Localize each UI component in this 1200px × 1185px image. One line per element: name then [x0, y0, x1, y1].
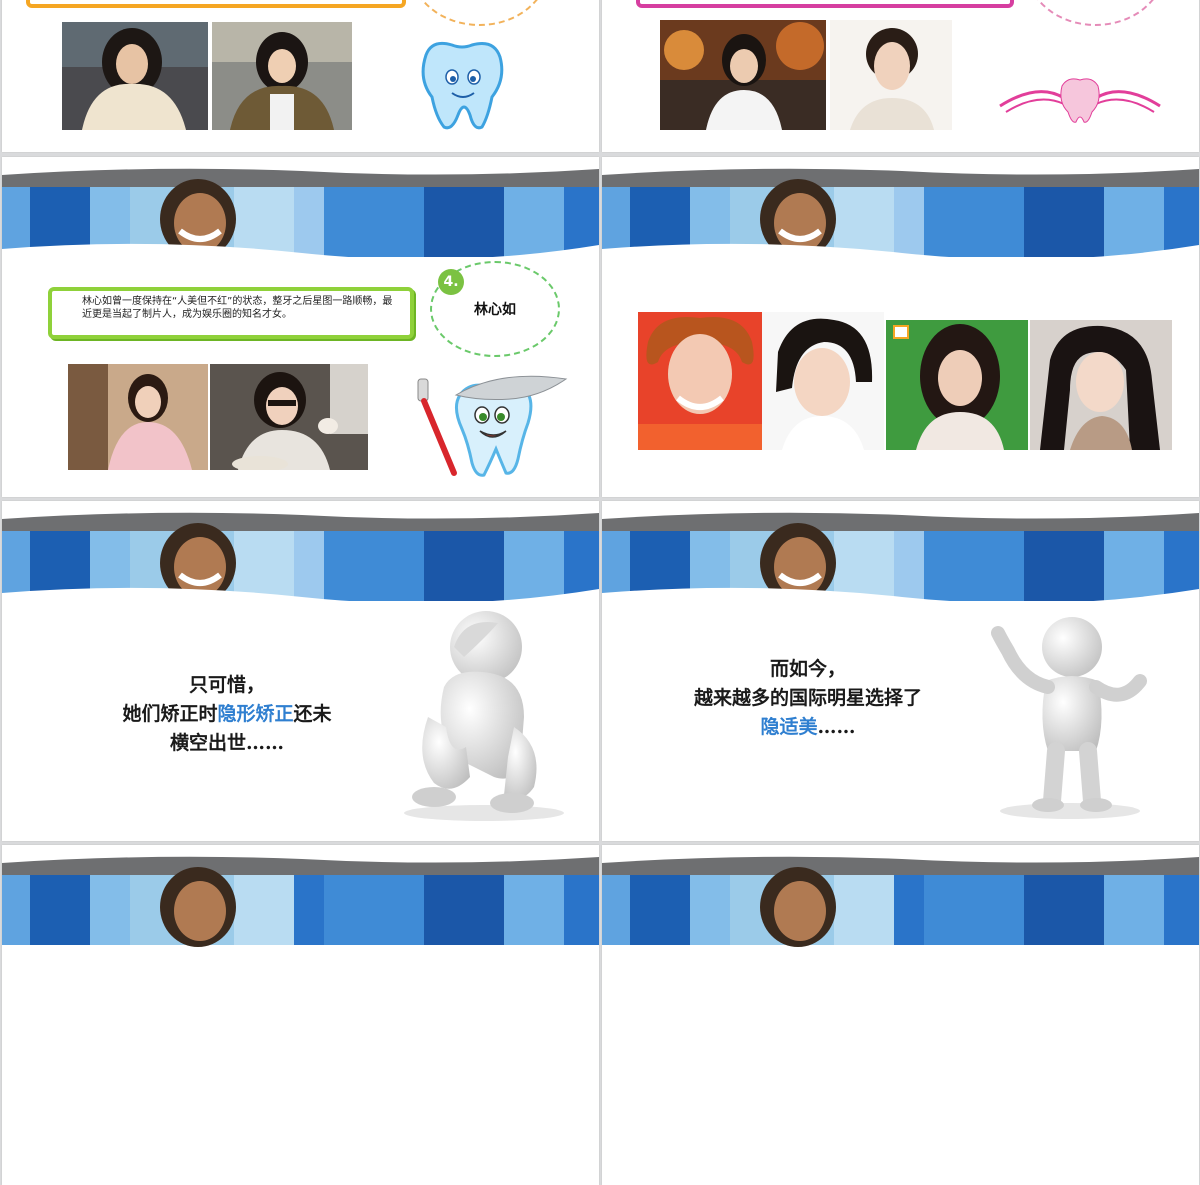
celebrity-photo — [660, 20, 826, 130]
celebrity-photo — [212, 22, 352, 130]
message-text: 还未 — [293, 703, 332, 725]
slide-2[interactable] — [602, 0, 1199, 152]
tooth-toothbrush-mascot-icon — [410, 373, 570, 483]
celebrity-name: 林心如 — [474, 302, 516, 318]
message-line: 越来越多的国际明星选择了 — [693, 687, 922, 709]
message-highlight: 隐适美 — [760, 716, 818, 738]
celebrity-photo — [62, 22, 208, 130]
header-banner — [2, 501, 599, 611]
celebrity-photo — [638, 312, 762, 450]
header-banner — [2, 845, 599, 955]
slide-6[interactable]: 而如今， 越来越多的国际明星选择了 隐适美…… — [602, 501, 1199, 841]
slide-3[interactable]: 林心如曾一度保持在“人美但不红”的状态，整牙之后星图一路顺畅，最近更是当起了制片… — [2, 157, 599, 497]
winged-tooth-icon — [998, 68, 1162, 128]
message-highlight: 隐形矫正 — [217, 703, 294, 725]
shrugging-figure-icon — [972, 611, 1162, 821]
header-banner — [602, 501, 1199, 611]
celebrity-caption: 林心如曾一度保持在“人美但不红”的状态，整牙之后星图一路顺畅，最近更是当起了制片… — [48, 287, 414, 339]
slide-8[interactable] — [602, 845, 1199, 1185]
celebrity-photo — [210, 364, 368, 470]
name-circle — [1026, 0, 1165, 26]
caption-frame-orange — [26, 0, 406, 8]
message-line: 隐适美…… — [638, 713, 978, 742]
message-line: 只可惜， — [188, 674, 265, 696]
message-line: 她们矫正时隐形矫正还未 — [62, 700, 392, 729]
celebrity-photo — [762, 312, 884, 450]
header-banner — [602, 157, 1199, 267]
header-banner — [602, 845, 1199, 955]
header-banner — [2, 157, 599, 267]
slide-4[interactable] — [602, 157, 1199, 497]
name-circle — [410, 0, 549, 26]
badge-number: 4. — [443, 274, 459, 290]
tooth-mascot-icon — [412, 37, 512, 132]
slide-5[interactable]: 只可惜， 她们矫正时隐形矫正还未 横空出世…… — [2, 501, 599, 841]
message-text: 她们矫正时 — [122, 703, 218, 725]
celebrity-photo — [1030, 320, 1172, 450]
caption-frame-magenta — [636, 0, 1014, 8]
worried-figure-icon — [394, 607, 564, 823]
message-line: 横空出世…… — [169, 732, 284, 754]
slide-7[interactable] — [2, 845, 599, 1185]
slide-message: 而如今， 越来越多的国际明星选择了 隐适美…… — [638, 655, 978, 742]
message-line: 而如今， — [769, 658, 846, 680]
celebrity-photo — [830, 20, 952, 130]
caption-text: 林心如曾一度保持在“人美但不红”的状态，整牙之后星图一路顺畅，最近更是当起了制片… — [82, 296, 393, 320]
slide-message: 只可惜， 她们矫正时隐形矫正还未 横空出世…… — [62, 671, 392, 758]
number-badge: 4. — [438, 269, 464, 295]
celebrity-photo — [68, 364, 208, 470]
message-text: …… — [817, 716, 856, 738]
celebrity-photo — [886, 320, 1028, 450]
slide-1[interactable] — [2, 0, 599, 152]
